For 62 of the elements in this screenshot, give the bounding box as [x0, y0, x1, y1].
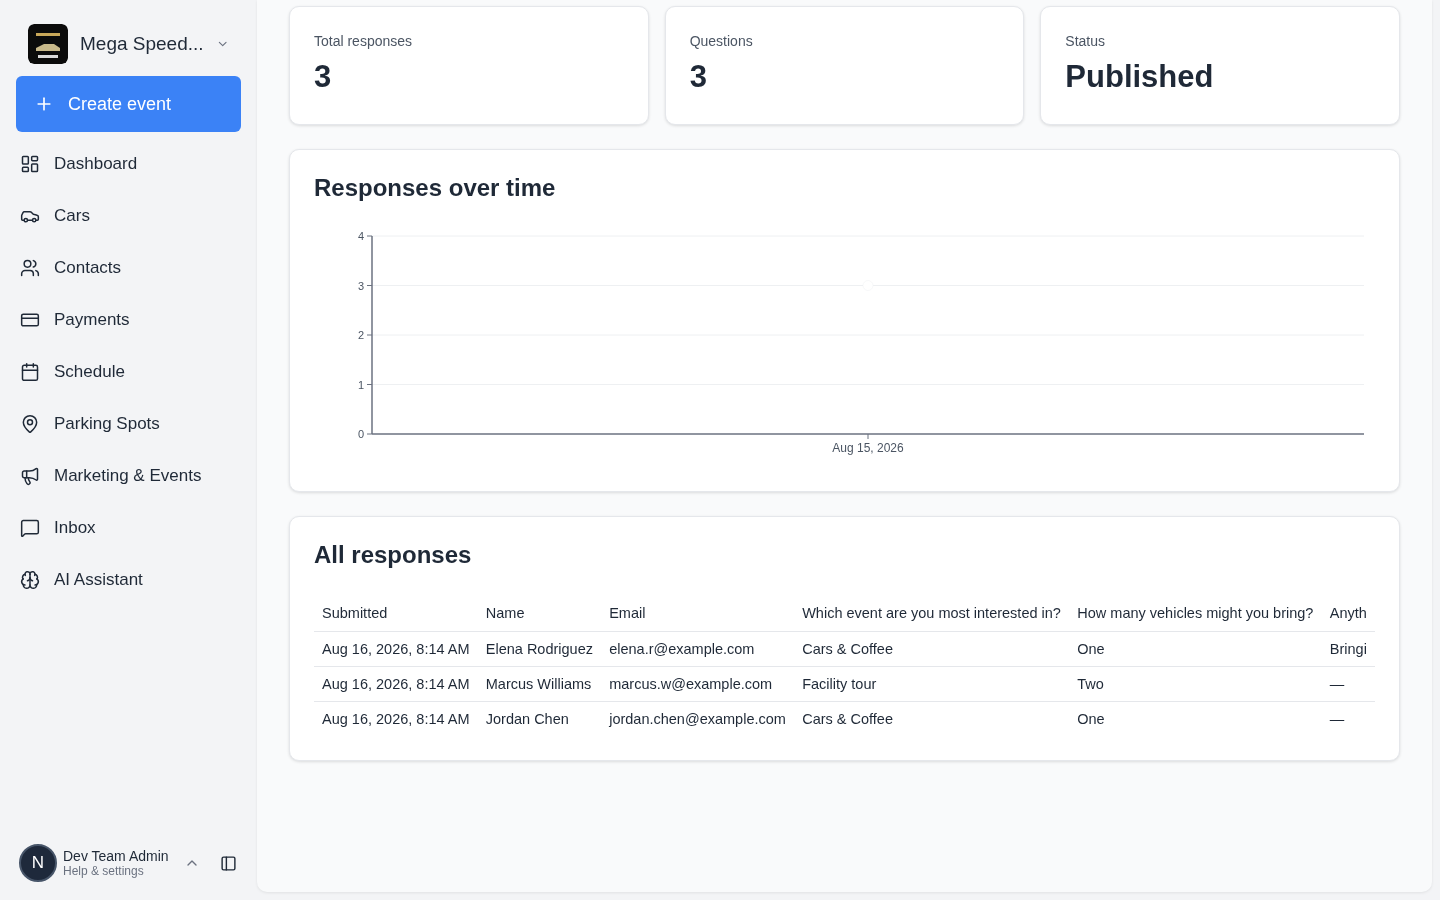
column-header: How many vehicles might you bring? — [1069, 595, 1322, 632]
sidebar-toggle-icon[interactable] — [220, 854, 237, 872]
stat-value: 3 — [689, 59, 708, 95]
table-cell: elena.r@example.com — [601, 631, 795, 667]
sidebar-item[interactable]: Inbox — [16, 502, 241, 554]
sidebar-item[interactable]: Cars — [16, 190, 241, 242]
table-cell: Cars & Coffee — [794, 631, 1070, 667]
stat-label: Questions — [689, 33, 754, 49]
sidebar-item[interactable]: Parking Spots — [16, 398, 241, 450]
sidebar-item[interactable]: Dashboard — [16, 138, 241, 190]
user-name: Dev Team Admin — [63, 848, 170, 864]
users-icon — [20, 258, 40, 278]
card-title: Responses over time — [314, 174, 557, 202]
stat-label: Total responses — [314, 33, 414, 49]
table-cell: Bringi — [1321, 631, 1375, 667]
table-cell: Cars & Coffee — [794, 701, 1070, 736]
map-pin-icon — [20, 414, 40, 434]
sidebar-item[interactable]: Schedule — [16, 346, 241, 398]
logo — [28, 24, 68, 64]
message-icon — [20, 518, 40, 538]
card-title: All responses — [314, 541, 473, 569]
dashboard-icon — [20, 154, 40, 174]
user-subtitle: Help & settings — [63, 864, 145, 878]
y-tick-label: 2 — [357, 329, 364, 341]
table-cell: marcus.w@example.com — [601, 666, 795, 702]
x-tick-label: Aug 15, 2026 — [832, 441, 904, 455]
user-avatar[interactable]: N — [19, 844, 57, 882]
table-cell: Marcus Williams — [477, 666, 602, 702]
y-tick-label: 4 — [357, 230, 364, 242]
column-header: Submitted — [314, 595, 478, 632]
column-header: Anyth — [1321, 595, 1375, 632]
calendar-icon — [20, 362, 40, 382]
table-cell: Aug 16, 2026, 8:14 AM — [314, 666, 478, 702]
column-header: Name — [477, 595, 602, 632]
stat-value: Published — [1065, 59, 1215, 95]
megaphone-icon — [20, 466, 40, 486]
sidebar-item[interactable]: Payments — [16, 294, 241, 346]
y-tick-label: 0 — [357, 428, 364, 440]
organization-name: Mega Speed... — [80, 33, 204, 55]
column-header: Email — [601, 595, 795, 632]
sidebar-item[interactable]: AI Assistant — [16, 554, 241, 606]
table-cell: Aug 16, 2026, 8:14 AM — [314, 631, 478, 667]
y-tick-label: 3 — [357, 279, 364, 292]
y-tick-label: 1 — [357, 378, 364, 391]
table-cell: Elena Rodriguez — [477, 631, 602, 667]
sidebar-item[interactable]: Contacts — [16, 242, 241, 294]
table-cell: One — [1069, 631, 1322, 667]
table-cell: Facility tour — [794, 666, 1070, 702]
table-cell: jordan.chen@example.com — [601, 701, 795, 736]
create-event-button[interactable]: Create event — [16, 76, 241, 132]
brain-icon — [20, 570, 40, 590]
table-cell: Jordan Chen — [477, 701, 602, 736]
sidebar-item[interactable]: Marketing & Events — [16, 450, 241, 502]
table-cell: Two — [1069, 666, 1322, 702]
stat-label: Status — [1065, 33, 1107, 49]
column-header: Which event are you most interested in? — [794, 595, 1070, 632]
table-cell: — — [1321, 701, 1375, 736]
table-cell: Aug 16, 2026, 8:14 AM — [314, 701, 478, 736]
credit-card-icon — [20, 310, 40, 330]
table-cell: One — [1069, 701, 1322, 736]
stat-value: 3 — [314, 59, 333, 95]
table-cell: — — [1321, 666, 1375, 702]
